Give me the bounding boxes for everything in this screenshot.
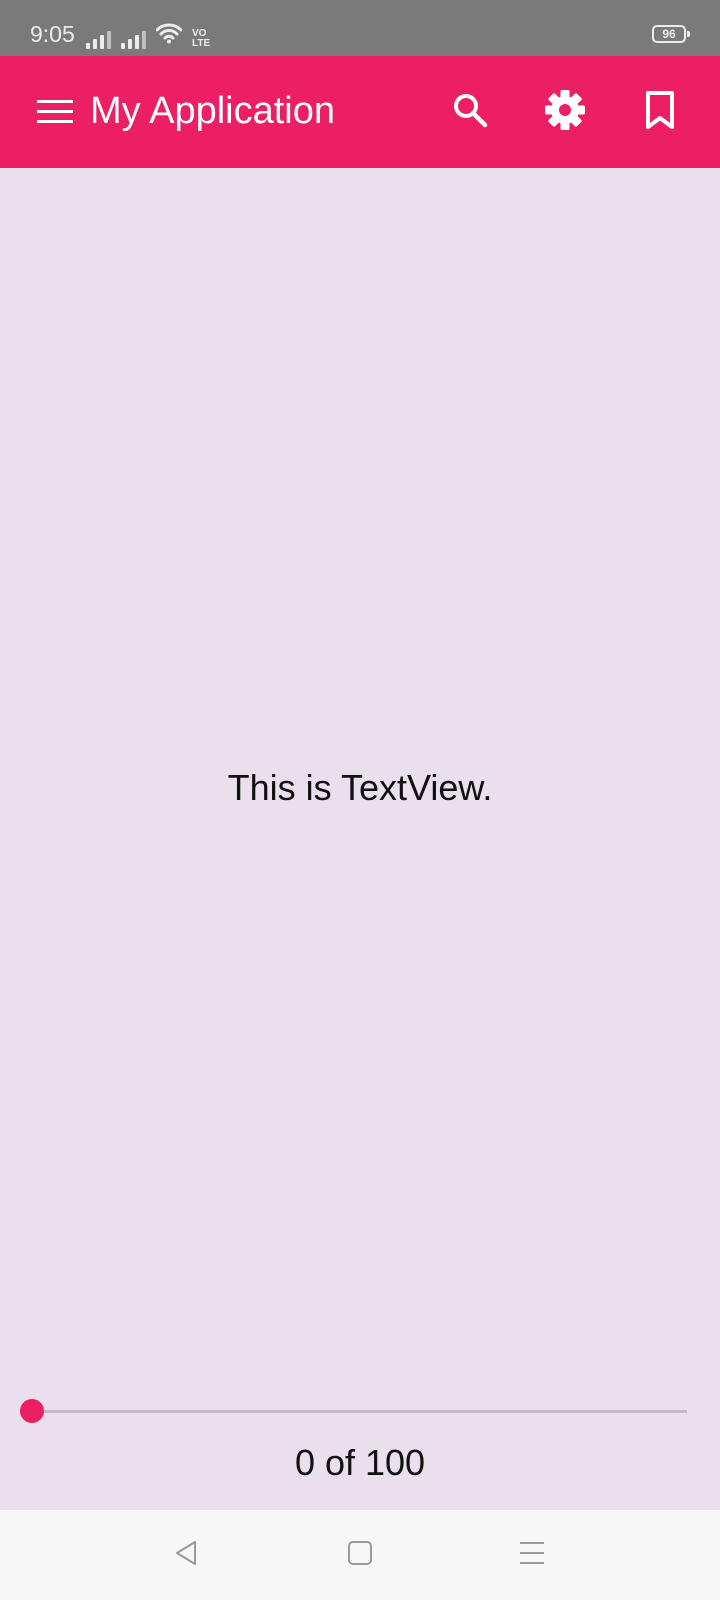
status-time: 9:05 (30, 21, 75, 47)
home-button[interactable] (336, 1531, 384, 1579)
navigation-bar (0, 1510, 720, 1600)
back-button[interactable] (162, 1531, 210, 1579)
signal-icon (86, 27, 111, 49)
settings-icon (544, 89, 586, 136)
bookmark-button[interactable] (634, 84, 686, 140)
settings-button[interactable] (539, 84, 591, 140)
wifi-icon (155, 22, 183, 49)
battery-level: 96 (662, 27, 676, 41)
seekbar-thumb[interactable] (20, 1399, 44, 1423)
app-bar: My Application (0, 56, 720, 168)
volte-icon: VO LTE (192, 29, 210, 49)
battery-icon: 96 (652, 25, 690, 43)
signal-icon (121, 27, 146, 49)
seekbar[interactable] (20, 1388, 690, 1424)
text-view: This is TextView. (227, 767, 493, 808)
main-content: This is TextView. (0, 168, 720, 1510)
search-icon (450, 90, 490, 135)
status-bar: 9:05 VO LTE 96 (0, 0, 720, 56)
recents-icon (517, 1538, 547, 1573)
menu-button[interactable] (30, 92, 73, 132)
search-button[interactable] (444, 84, 496, 140)
back-icon (171, 1538, 201, 1573)
seekbar-label: 0 of 100 (294, 1442, 426, 1483)
volte-label-bottom: LTE (192, 38, 211, 49)
home-icon (345, 1538, 375, 1573)
seekbar-track (32, 1410, 687, 1413)
status-icons: VO LTE (86, 22, 210, 49)
bookmark-icon (643, 90, 677, 135)
app-title: My Application (90, 90, 336, 132)
recents-button[interactable] (508, 1531, 556, 1579)
